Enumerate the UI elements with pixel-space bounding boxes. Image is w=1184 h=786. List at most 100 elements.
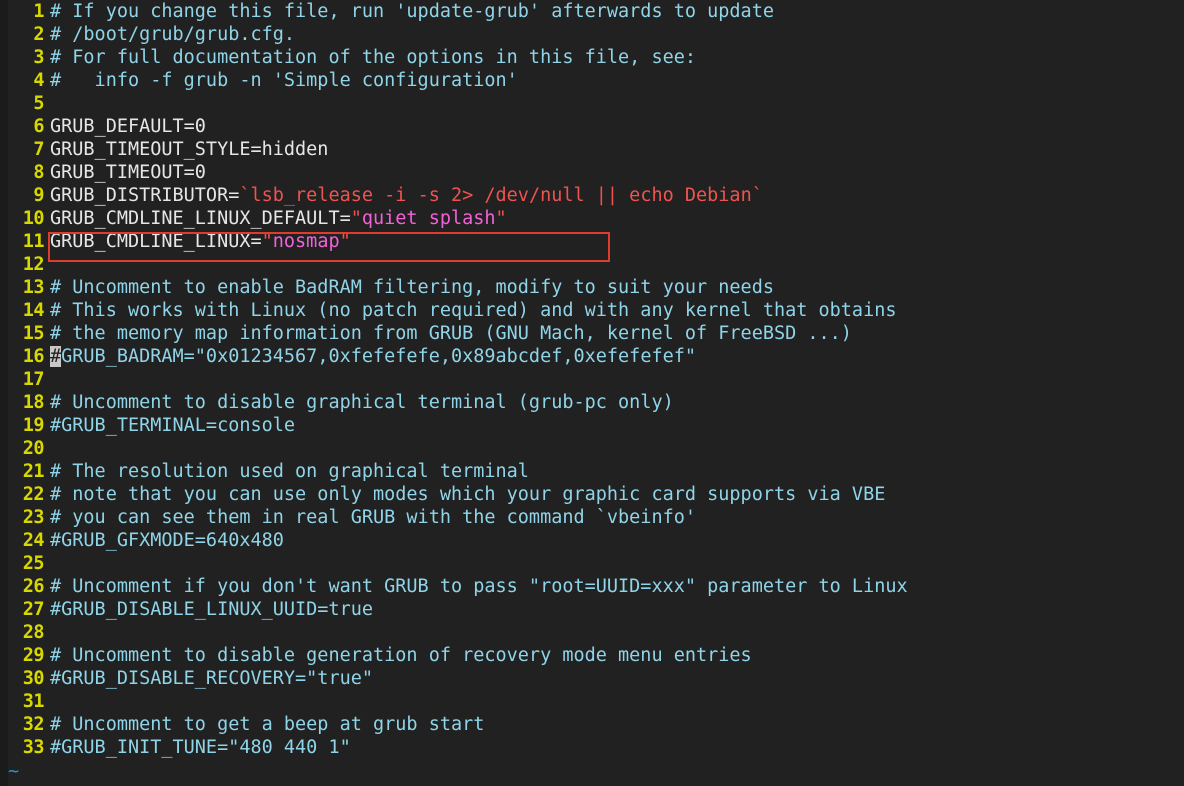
line-number: 17 bbox=[22, 369, 45, 390]
code-line[interactable]: 2 # /boot/grub/grub.cfg. bbox=[0, 23, 1184, 46]
line-number: 1 bbox=[33, 1, 44, 22]
line-number: 8 bbox=[33, 162, 44, 183]
line-number: 24 bbox=[22, 530, 45, 551]
code-line[interactable]: 19 #GRUB_TERMINAL=console bbox=[0, 414, 1184, 437]
line-content[interactable]: #GRUB_DISABLE_LINUX_UUID=true bbox=[50, 598, 373, 621]
line-number: 4 bbox=[33, 70, 44, 91]
code-line[interactable]: 28 bbox=[0, 621, 1184, 644]
code-line[interactable]: 12 bbox=[0, 253, 1184, 276]
line-content[interactable]: # /boot/grub/grub.cfg. bbox=[50, 23, 295, 46]
code-line[interactable]: 33 #GRUB_INIT_TUNE="480 440 1" bbox=[0, 736, 1184, 759]
line-content[interactable]: #GRUB_BADRAM="0x01234567,0xfefefefe,0x89… bbox=[50, 345, 696, 368]
code-span: # Uncomment if you don't want GRUB to pa… bbox=[50, 576, 908, 597]
line-content[interactable]: # The resolution used on graphical termi… bbox=[50, 460, 529, 483]
line-content[interactable]: # you can see them in real GRUB with the… bbox=[50, 506, 696, 529]
line-content[interactable]: # Uncomment to disable generation of rec… bbox=[50, 644, 752, 667]
code-line[interactable]: 8 GRUB_TIMEOUT=0 bbox=[0, 161, 1184, 184]
code-line[interactable]: 23 # you can see them in real GRUB with t… bbox=[0, 506, 1184, 529]
line-content[interactable]: GRUB_CMDLINE_LINUX="nosmap" bbox=[50, 230, 351, 253]
code-line[interactable]: 11 GRUB_CMDLINE_LINUX="nosmap" bbox=[0, 230, 1184, 253]
code-span: " bbox=[350, 208, 362, 229]
line-content[interactable]: # Uncomment if you don't want GRUB to pa… bbox=[50, 575, 908, 598]
line-number: 5 bbox=[33, 93, 44, 114]
line-number: 20 bbox=[22, 438, 45, 459]
line-content[interactable]: GRUB_TIMEOUT=0 bbox=[50, 161, 206, 184]
code-line[interactable]: 26 # Uncomment if you don't want GRUB to … bbox=[0, 575, 1184, 598]
code-span: #GRUB_DISABLE_RECOVERY="true" bbox=[50, 668, 374, 689]
line-content[interactable]: #GRUB_DISABLE_RECOVERY="true" bbox=[50, 667, 373, 690]
code-span: `lsb_release -i -s 2> /dev/null || echo … bbox=[239, 185, 763, 206]
line-content[interactable]: #GRUB_GFXMODE=640x480 bbox=[50, 529, 284, 552]
code-line[interactable]: 9 GRUB_DISTRIBUTOR=`lsb_release -i -s 2> … bbox=[0, 184, 1184, 207]
code-span: GRUB_CMDLINE_LINUX_DEFAULT= bbox=[50, 208, 351, 229]
line-content[interactable]: GRUB_CMDLINE_LINUX_DEFAULT="quiet splash… bbox=[50, 207, 507, 230]
code-line[interactable]: 6 GRUB_DEFAULT=0 bbox=[0, 115, 1184, 138]
code-span: quiet splash bbox=[361, 208, 496, 229]
code-line[interactable]: 32 # Uncomment to get a beep at grub star… bbox=[0, 713, 1184, 736]
code-line[interactable]: 17 bbox=[0, 368, 1184, 391]
line-content[interactable]: #GRUB_TERMINAL=console bbox=[50, 414, 295, 437]
line-number: 15 bbox=[22, 323, 45, 344]
line-number: 12 bbox=[22, 254, 45, 275]
line-number: 25 bbox=[22, 553, 45, 574]
code-line[interactable]: 13 # Uncomment to enable BadRAM filtering… bbox=[0, 276, 1184, 299]
code-span: #GRUB_DISABLE_LINUX_UUID=true bbox=[50, 599, 374, 620]
line-number: 10 bbox=[22, 208, 45, 229]
line-number: 2 bbox=[33, 24, 44, 45]
line-number: 3 bbox=[33, 47, 44, 68]
code-line[interactable]: 18 # Uncomment to disable graphical termi… bbox=[0, 391, 1184, 414]
code-line[interactable]: 25 bbox=[0, 552, 1184, 575]
code-line[interactable]: 16 #GRUB_BADRAM="0x01234567,0xfefefefe,0x… bbox=[0, 345, 1184, 368]
code-line[interactable]: 22 # note that you can use only modes whi… bbox=[0, 483, 1184, 506]
line-content[interactable]: # Uncomment to get a beep at grub start bbox=[50, 713, 484, 736]
code-line[interactable]: 4 # info -f grub -n 'Simple configuration… bbox=[0, 69, 1184, 92]
line-number: 26 bbox=[22, 576, 45, 597]
line-content[interactable]: # Uncomment to enable BadRAM filtering, … bbox=[50, 276, 774, 299]
code-span: nosmap bbox=[272, 231, 340, 252]
code-span: # info -f grub -n 'Simple configuration' bbox=[50, 70, 518, 91]
code-line[interactable]: 20 bbox=[0, 437, 1184, 460]
line-number: 11 bbox=[22, 231, 45, 252]
code-line[interactable]: 7 GRUB_TIMEOUT_STYLE=hidden bbox=[0, 138, 1184, 161]
code-line[interactable]: 29 # Uncomment to disable generation of r… bbox=[0, 644, 1184, 667]
line-content[interactable]: GRUB_DEFAULT=0 bbox=[50, 115, 206, 138]
line-content[interactable]: GRUB_DISTRIBUTOR=`lsb_release -i -s 2> /… bbox=[50, 184, 763, 207]
line-number: 19 bbox=[22, 415, 45, 436]
line-number: 21 bbox=[22, 461, 45, 482]
code-line[interactable]: 1 # If you change this file, run 'update-… bbox=[0, 0, 1184, 23]
code-line[interactable]: 27 #GRUB_DISABLE_LINUX_UUID=true bbox=[0, 598, 1184, 621]
code-line[interactable]: 15 # the memory map information from GRUB… bbox=[0, 322, 1184, 345]
code-span: #GRUB_INIT_TUNE="480 440 1" bbox=[50, 737, 351, 758]
code-span: # Uncomment to disable generation of rec… bbox=[50, 645, 752, 666]
line-content[interactable]: # info -f grub -n 'Simple configuration' bbox=[50, 69, 518, 92]
line-number: 31 bbox=[22, 691, 45, 712]
line-content[interactable]: # the memory map information from GRUB (… bbox=[50, 322, 852, 345]
line-content[interactable]: # If you change this file, run 'update-g… bbox=[50, 0, 774, 23]
code-line[interactable]: 14 # This works with Linux (no patch requ… bbox=[0, 299, 1184, 322]
line-content[interactable]: # For full documentation of the options … bbox=[50, 46, 696, 69]
vim-editor-window[interactable]: 1 # If you change this file, run 'update-… bbox=[0, 0, 1184, 786]
code-line[interactable]: 24 #GRUB_GFXMODE=640x480 bbox=[0, 529, 1184, 552]
code-line[interactable]: 31 bbox=[0, 690, 1184, 713]
code-line[interactable]: 5 bbox=[0, 92, 1184, 115]
code-line[interactable]: 10 GRUB_CMDLINE_LINUX_DEFAULT="quiet spla… bbox=[0, 207, 1184, 230]
code-span: " bbox=[339, 231, 351, 252]
code-span: " bbox=[261, 231, 273, 252]
line-number: 14 bbox=[22, 300, 45, 321]
code-line[interactable]: 21 # The resolution used on graphical ter… bbox=[0, 460, 1184, 483]
line-content[interactable]: GRUB_TIMEOUT_STYLE=hidden bbox=[50, 138, 328, 161]
line-content[interactable]: # Uncomment to disable graphical termina… bbox=[50, 391, 674, 414]
line-number: 18 bbox=[22, 392, 45, 413]
code-line[interactable]: 30 #GRUB_DISABLE_RECOVERY="true" bbox=[0, 667, 1184, 690]
line-content[interactable]: #GRUB_INIT_TUNE="480 440 1" bbox=[50, 736, 351, 759]
line-number: 33 bbox=[22, 737, 45, 758]
line-number: 30 bbox=[22, 668, 45, 689]
line-number: 6 bbox=[33, 116, 44, 137]
line-content[interactable]: # note that you can use only modes which… bbox=[50, 483, 885, 506]
code-line[interactable]: 3 # For full documentation of the options… bbox=[0, 46, 1184, 69]
line-content[interactable]: # This works with Linux (no patch requir… bbox=[50, 299, 896, 322]
line-number: 23 bbox=[22, 507, 45, 528]
code-span: #GRUB_TERMINAL=console bbox=[50, 415, 296, 436]
line-number: 7 bbox=[33, 139, 44, 160]
line-number: 13 bbox=[22, 277, 45, 298]
